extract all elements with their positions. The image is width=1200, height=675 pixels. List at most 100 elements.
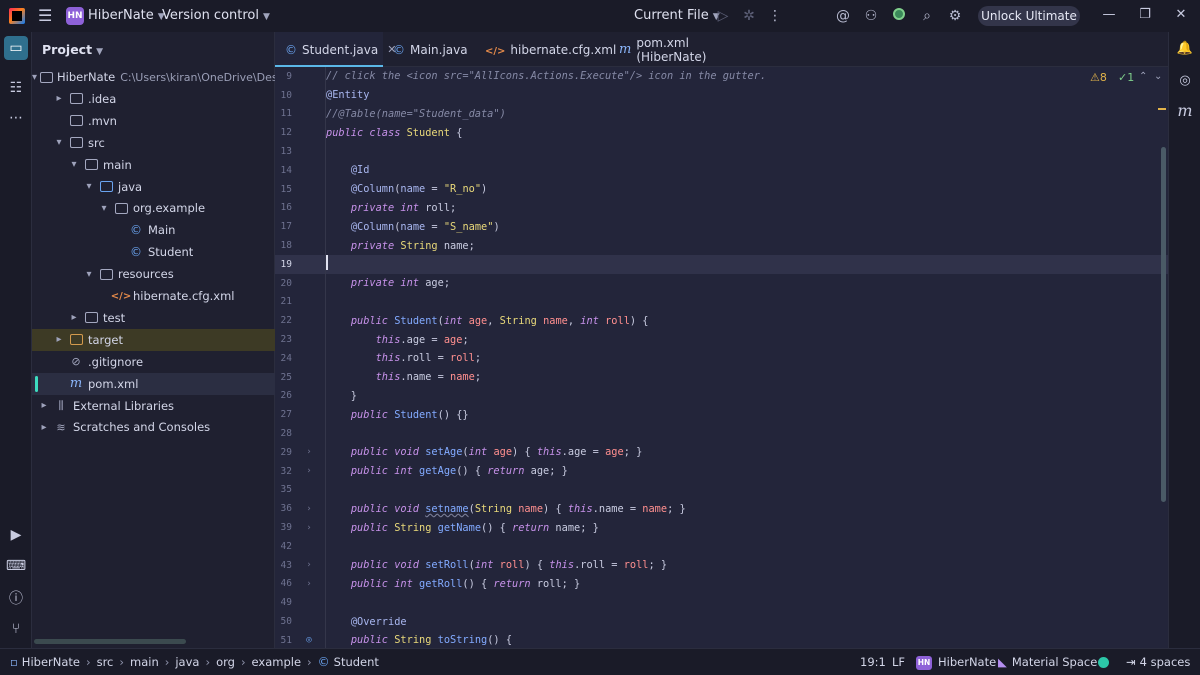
code-with-me-icon[interactable]: [890, 7, 908, 25]
terminal-icon[interactable]: ⌨: [4, 554, 28, 578]
project-widget[interactable]: HN HiberNate: [916, 655, 996, 670]
services-icon[interactable]: ▶: [4, 523, 28, 547]
code-line[interactable]: 50 @Override: [275, 612, 1168, 631]
code-editor[interactable]: 9 // click the <icon src="AllIcons.Action…: [275, 67, 1168, 648]
code-line[interactable]: 46 › public int getRoll() { return roll; …: [275, 575, 1168, 594]
code-line[interactable]: 16 private int roll;: [275, 199, 1168, 218]
fold-chevron-icon[interactable]: ›: [292, 466, 326, 476]
chevron-right-icon[interactable]: ▸: [38, 400, 50, 411]
code-line[interactable]: 13: [275, 142, 1168, 161]
tree-item[interactable]: © Main: [32, 219, 275, 241]
code-line[interactable]: 49: [275, 593, 1168, 612]
tree-item[interactable]: ▾ src: [32, 132, 275, 154]
tree-item[interactable]: ▾ org.example: [32, 197, 275, 219]
project-badge[interactable]: HN: [66, 7, 84, 25]
version-control-menu[interactable]: Version control ▼: [162, 8, 270, 23]
code-line[interactable]: 39 › public String getName() { return nam…: [275, 518, 1168, 537]
structure-tool-icon[interactable]: ☷: [4, 76, 28, 100]
theme-status-dot[interactable]: [1098, 655, 1109, 669]
breadcrumb-item[interactable]: Student: [334, 655, 379, 669]
chevron-down-icon[interactable]: ▾: [83, 181, 95, 192]
more-tools-icon[interactable]: ⋯: [4, 106, 28, 130]
maven-tool-icon[interactable]: m: [1175, 100, 1195, 120]
caret-position[interactable]: 19:1: [860, 655, 886, 669]
code-line[interactable]: 18 private String name;: [275, 236, 1168, 255]
override-gutter-icon[interactable]: ◎: [292, 635, 326, 645]
code-line[interactable]: 19: [275, 255, 1168, 274]
ai-assistant-icon[interactable]: @: [834, 7, 852, 25]
line-separator[interactable]: LF: [892, 655, 905, 669]
error-stripe-marker[interactable]: [1158, 108, 1166, 110]
breadcrumb-item[interactable]: main: [130, 655, 159, 669]
code-line[interactable]: 42: [275, 537, 1168, 556]
weak-warnings-indicator[interactable]: ✓1: [1118, 71, 1134, 84]
theme-widget[interactable]: ◣ Material Space: [998, 655, 1097, 669]
code-line[interactable]: 27 public Student() {}: [275, 405, 1168, 424]
code-line[interactable]: 28: [275, 424, 1168, 443]
tab-main-java[interactable]: © Main.java: [383, 32, 475, 67]
unlock-ultimate-button[interactable]: Unlock Ultimate: [978, 6, 1080, 26]
tree-item[interactable]: ▸ ≋ Scratches and Consoles: [32, 416, 275, 438]
tree-item[interactable]: ▸ test: [32, 307, 275, 329]
restore-icon[interactable]: ❐: [1136, 7, 1154, 22]
close-icon[interactable]: ✕: [1172, 7, 1190, 22]
code-line[interactable]: 25 this.name = name;: [275, 368, 1168, 387]
code-line[interactable]: 36 › public void setname(String name) { t…: [275, 499, 1168, 518]
horizontal-scrollbar[interactable]: [34, 639, 186, 644]
chevron-down-icon[interactable]: ▾: [68, 159, 80, 170]
code-line[interactable]: 23 this.age = age;: [275, 330, 1168, 349]
code-line[interactable]: 10 @Entity: [275, 86, 1168, 105]
tree-item[interactable]: ▾ resources: [32, 263, 275, 285]
main-menu-icon[interactable]: ☰: [38, 8, 52, 24]
chevron-down-icon[interactable]: ▾: [83, 269, 95, 280]
code-line[interactable]: 12 public class Student {: [275, 123, 1168, 142]
breadcrumb-item[interactable]: java: [175, 655, 199, 669]
tree-item[interactable]: ▸ target: [32, 328, 275, 351]
git-icon[interactable]: ⑂: [4, 617, 28, 641]
chevron-down-icon[interactable]: ▾: [32, 72, 37, 83]
tree-item[interactable]: ▸ ⫼ External Libraries: [32, 395, 275, 417]
more-actions-icon[interactable]: ⋮: [766, 7, 784, 25]
debug-icon[interactable]: ✲: [740, 7, 758, 25]
chevron-up-icon[interactable]: ⌃: [1139, 71, 1147, 82]
code-line[interactable]: 20 private int age;: [275, 274, 1168, 293]
breadcrumb-item[interactable]: org: [216, 655, 235, 669]
tab-pom-xml-hibernate[interactable]: m pom.xml (HiberNate): [609, 32, 739, 67]
tree-item[interactable]: </> hibernate.cfg.xml: [32, 285, 275, 307]
fold-chevron-icon[interactable]: ›: [292, 447, 326, 457]
fold-chevron-icon[interactable]: ›: [292, 504, 326, 514]
code-line[interactable]: 43 › public void setRoll(int roll) { this…: [275, 556, 1168, 575]
tree-item[interactable]: ▾ main: [32, 154, 275, 176]
warnings-indicator[interactable]: ⚠8: [1090, 71, 1107, 84]
chevron-right-icon[interactable]: ▸: [68, 312, 80, 323]
minimize-icon[interactable]: —: [1100, 7, 1118, 22]
tree-item[interactable]: ▸ .idea: [32, 88, 275, 110]
code-line[interactable]: 22 public Student(int age, String name, …: [275, 311, 1168, 330]
add-user-icon[interactable]: ⚇: [862, 7, 880, 25]
code-line[interactable]: 21: [275, 293, 1168, 312]
tree-item[interactable]: © Student: [32, 241, 275, 263]
tree-item[interactable]: ▾ java: [32, 176, 275, 198]
run-configuration-selector[interactable]: Current File ▼: [634, 8, 720, 23]
code-line[interactable]: 11 //@Table(name="Student_data"): [275, 105, 1168, 124]
code-line[interactable]: 32 › public int getAge() { return age; }: [275, 462, 1168, 481]
project-tool-icon[interactable]: ▭: [4, 36, 28, 60]
fold-chevron-icon[interactable]: ›: [292, 560, 326, 570]
code-line[interactable]: 35: [275, 481, 1168, 500]
project-panel-title[interactable]: Project ▼: [42, 42, 103, 57]
indent-widget[interactable]: ⇥ 4 spaces: [1126, 655, 1190, 669]
code-line[interactable]: 29 › public void setAge(int age) { this.a…: [275, 443, 1168, 462]
code-line[interactable]: 15 @Column(name = "R_no"): [275, 180, 1168, 199]
intellij-logo-icon[interactable]: [9, 8, 25, 24]
run-icon[interactable]: ▷: [714, 7, 732, 25]
code-line[interactable]: 24 this.roll = roll;: [275, 349, 1168, 368]
ai-chat-icon[interactable]: ◎: [1175, 70, 1195, 90]
vertical-scrollbar[interactable]: [1161, 147, 1166, 502]
project-selector[interactable]: HiberNate ▼: [88, 8, 165, 23]
code-line[interactable]: 14 @Id: [275, 161, 1168, 180]
notifications-icon[interactable]: 🔔: [1175, 38, 1195, 58]
chevron-down-icon[interactable]: ▾: [98, 203, 110, 214]
search-icon[interactable]: ⌕: [918, 7, 936, 25]
tree-item[interactable]: .mvn: [32, 110, 275, 132]
breadcrumb-item[interactable]: example: [252, 655, 302, 669]
